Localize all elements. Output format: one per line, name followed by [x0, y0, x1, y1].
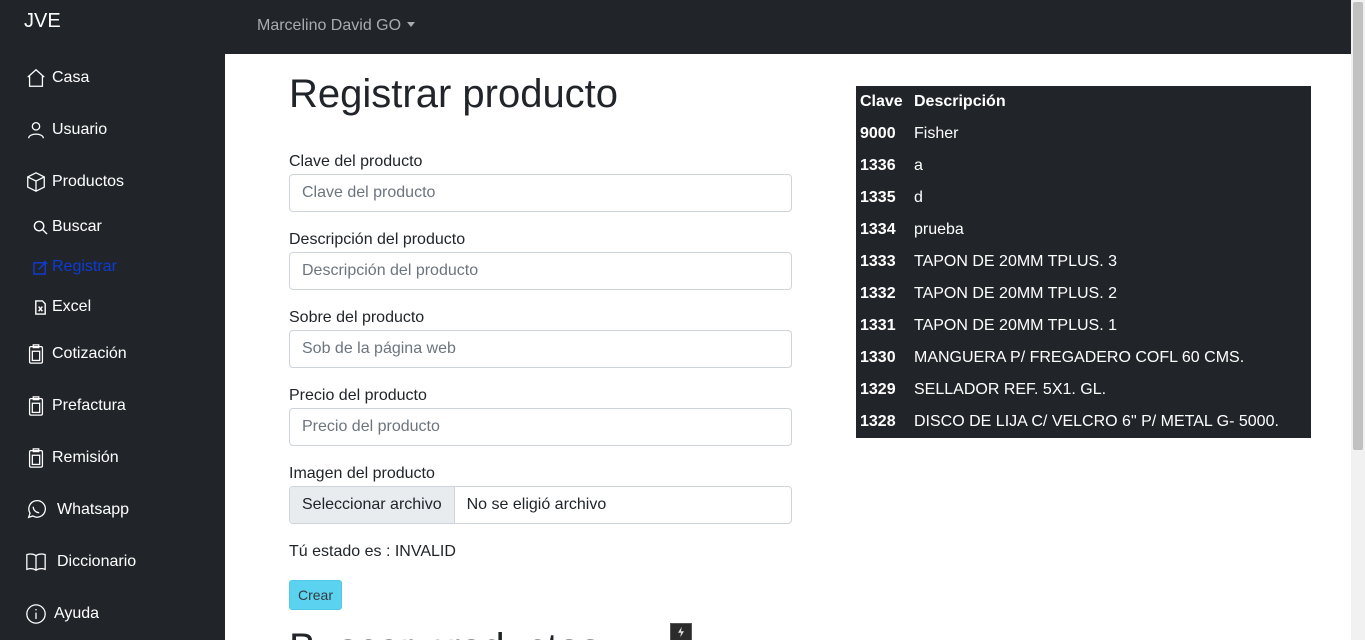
sidebar-subitem-label: Buscar — [52, 218, 102, 235]
table-row: 1328 DISCO DE LIJA C/ VELCRO 6" P/ METAL … — [856, 406, 1311, 438]
house-icon — [24, 66, 48, 90]
descripcion-label: Descripción del producto — [289, 231, 466, 248]
column-header: Clave — [860, 93, 903, 110]
create-button[interactable]: Crear — [289, 580, 342, 610]
form-status: Tú estado es : INVALID — [289, 543, 456, 560]
precio-input[interactable] — [289, 408, 792, 446]
clave-input[interactable] — [289, 174, 792, 212]
sidebar-item-label: Ayuda — [54, 605, 100, 622]
products-table: Clave Descripción 9000 Fisher 1336 a 1335 d… — [856, 86, 1311, 438]
table-row: 1333 TAPON DE 20MM TPLUS. 3 — [856, 246, 1311, 278]
document-icon — [24, 446, 48, 470]
page-title: Registrar producto — [289, 72, 619, 116]
precio-label: Precio del producto — [289, 387, 427, 404]
main-content: Registrar producto Clave del producto De… — [225, 54, 1351, 640]
product-key: 9000 — [860, 125, 896, 142]
product-description: TAPON DE 20MM TPLUS. 3 — [914, 253, 1118, 270]
sidebar-subitem-label: Registrar — [52, 258, 117, 275]
sidebar-item-cotizacion[interactable]: Cotización — [24, 342, 127, 366]
product-key: 1330 — [860, 349, 896, 366]
sidebar-subitem-buscar[interactable]: Buscar — [32, 218, 102, 236]
person-icon — [24, 118, 48, 142]
sidebar-item-casa[interactable]: Casa — [24, 66, 89, 90]
sidebar-item-label: Diccionario — [57, 553, 137, 570]
sidebar-item-whatsapp[interactable]: Whatsapp — [24, 498, 129, 522]
product-key: 1334 — [860, 221, 896, 238]
table-row: 1332 TAPON DE 20MM TPLUS. 2 — [856, 278, 1311, 310]
product-key: 1332 — [860, 285, 896, 302]
search-products-heading: Buscar productos — [289, 626, 600, 640]
search-icon — [32, 219, 48, 235]
product-key: 1336 — [860, 157, 896, 174]
top-navbar: Marcelino David GO — [225, 0, 1351, 54]
sidebar-subitem-label: Excel — [52, 298, 92, 315]
table-row: 1335 d — [856, 182, 1311, 214]
sidebar-subitem-registrar[interactable]: Registrar — [32, 258, 117, 276]
product-description: d — [914, 189, 923, 206]
sidebar-item-label: Usuario — [52, 121, 108, 138]
extension-icon[interactable] — [670, 623, 692, 640]
product-description: DISCO DE LIJA C/ VELCRO 6" P/ METAL G- 5… — [914, 413, 1279, 430]
sidebar-item-label: Casa — [52, 69, 90, 86]
product-key: 1335 — [860, 189, 896, 206]
product-description: TAPON DE 20MM TPLUS. 1 — [914, 317, 1118, 334]
file-name-text: No se eligió archivo — [466, 496, 607, 513]
product-key: 1331 — [860, 317, 896, 334]
whatsapp-icon — [24, 498, 48, 522]
sidebar-item-label: Cotización — [52, 345, 127, 362]
product-description: a — [914, 157, 923, 174]
sidebar-item-label: Remisión — [52, 449, 119, 466]
document-icon — [24, 342, 48, 366]
product-key: 1328 — [860, 413, 896, 430]
sobre-label: Sobre del producto — [289, 309, 425, 326]
product-description: SELLADOR REF. 5X1. GL. — [914, 381, 1107, 398]
edit-icon — [32, 259, 48, 275]
product-key: 1329 — [860, 381, 896, 398]
clave-label: Clave del producto — [289, 153, 423, 170]
caret-down-icon — [407, 22, 416, 27]
sidebar: JVE Casa Usuario Productos Buscar Regist… — [0, 0, 225, 640]
table-row: 1336 a — [856, 150, 1311, 182]
sidebar-item-usuario[interactable]: Usuario — [24, 118, 107, 142]
sidebar-item-diccionario[interactable]: Diccionario — [24, 550, 136, 574]
scrollbar-thumb[interactable] — [1353, 2, 1363, 450]
table-row: 1330 MANGUERA P/ FREGADERO COFL 60 CMS. — [856, 342, 1311, 374]
sidebar-item-label: Prefactura — [52, 397, 126, 414]
sidebar-item-label: Whatsapp — [57, 501, 130, 518]
sidebar-item-label: Productos — [52, 173, 125, 190]
sidebar-item-remision[interactable]: Remisión — [24, 446, 119, 470]
document-icon — [24, 394, 48, 418]
product-description: Fisher — [914, 125, 959, 142]
image-file-input[interactable]: Seleccionar archivo No se eligió archivo — [289, 486, 792, 524]
sobre-input[interactable] — [289, 330, 792, 368]
sidebar-subitem-excel[interactable]: Excel — [32, 298, 91, 316]
brand-logo[interactable]: JVE — [24, 10, 61, 33]
table-row: 1334 prueba — [856, 214, 1311, 246]
product-description: TAPON DE 20MM TPLUS. 2 — [914, 285, 1118, 302]
sidebar-item-ayuda[interactable]: Ayuda — [24, 602, 99, 626]
product-key: 1333 — [860, 253, 896, 270]
table-row: 1329 SELLADOR REF. 5X1. GL. — [856, 374, 1311, 406]
box-icon — [24, 170, 48, 194]
sidebar-item-prefactura[interactable]: Prefactura — [24, 394, 126, 418]
product-description: prueba — [914, 221, 964, 238]
page-scrollbar[interactable] — [1351, 0, 1365, 640]
user-dropdown[interactable]: Marcelino David GO — [257, 17, 416, 35]
choose-file-button[interactable]: Seleccionar archivo — [290, 487, 455, 523]
descripcion-input[interactable] — [289, 252, 792, 290]
book-icon — [24, 550, 48, 574]
info-icon — [24, 602, 48, 626]
sidebar-item-productos[interactable]: Productos — [24, 170, 124, 194]
table-row: 9000 Fisher — [856, 118, 1311, 150]
user-name: Marcelino David GO — [257, 17, 402, 34]
column-header: Descripción — [914, 93, 1006, 110]
table-row: 1331 TAPON DE 20MM TPLUS. 1 — [856, 310, 1311, 342]
table-header-row: Clave Descripción — [856, 86, 1311, 118]
imagen-label: Imagen del producto — [289, 465, 435, 482]
excel-file-icon — [32, 299, 48, 315]
product-description: MANGUERA P/ FREGADERO COFL 60 CMS. — [914, 349, 1245, 366]
